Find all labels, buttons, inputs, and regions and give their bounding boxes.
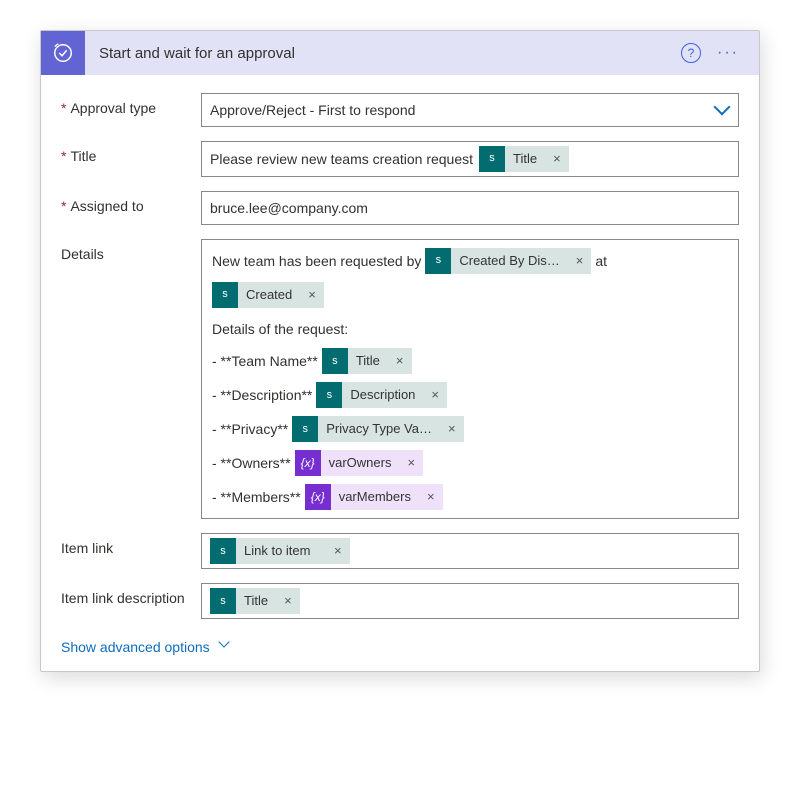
title-input[interactable]: Please review new teams creation request…	[201, 141, 739, 177]
token-title[interactable]: sTitle×	[322, 348, 412, 374]
sharepoint-icon: s	[210, 588, 236, 614]
item-link-input[interactable]: s Link to item ×	[201, 533, 739, 569]
show-advanced-options-link[interactable]: Show advanced options	[61, 639, 234, 655]
help-icon[interactable]: ?	[681, 43, 701, 63]
token-privacy-type-va-[interactable]: sPrivacy Type Va…×	[292, 416, 463, 442]
more-options-button[interactable]: ···	[711, 42, 745, 64]
remove-token-icon[interactable]: ×	[440, 419, 464, 440]
approval-type-label: *Approval type	[61, 93, 201, 116]
card-header[interactable]: Start and wait for an approval ? ···	[41, 31, 759, 75]
item-link-desc-label: Item link description	[61, 583, 201, 606]
sharepoint-icon: s	[316, 382, 342, 408]
remove-token-icon[interactable]: ×	[568, 251, 592, 272]
detail-bullet: - **Team Name**	[212, 350, 318, 372]
title-label: *Title	[61, 141, 201, 164]
remove-token-icon[interactable]: ×	[276, 591, 300, 612]
details-input[interactable]: New team has been requested by s Created…	[201, 239, 739, 519]
sharepoint-icon: s	[322, 348, 348, 374]
variable-icon: {x}	[295, 450, 321, 476]
sharepoint-icon: s	[212, 282, 238, 308]
remove-token-icon[interactable]: ×	[419, 487, 443, 508]
remove-token-icon[interactable]: ×	[388, 351, 412, 372]
approval-action-card: Start and wait for an approval ? ··· *Ap…	[40, 30, 760, 672]
token-created[interactable]: s Created ×	[212, 282, 324, 308]
chevron-down-icon	[716, 103, 730, 117]
assigned-to-label: *Assigned to	[61, 191, 201, 214]
sharepoint-icon: s	[210, 538, 236, 564]
sharepoint-icon: s	[292, 416, 318, 442]
details-label: Details	[61, 239, 201, 262]
token-title[interactable]: s Title ×	[479, 146, 569, 172]
token-varowners[interactable]: {x}varOwners×	[295, 450, 423, 476]
approval-icon	[41, 31, 85, 75]
sharepoint-icon: s	[479, 146, 505, 172]
item-link-label: Item link	[61, 533, 201, 556]
token-created-by[interactable]: s Created By Dis… ×	[425, 248, 591, 274]
detail-bullet: - **Privacy**	[212, 418, 288, 440]
remove-token-icon[interactable]: ×	[300, 285, 324, 306]
remove-token-icon[interactable]: ×	[399, 453, 423, 474]
detail-bullet: - **Description**	[212, 384, 312, 406]
chevron-down-icon	[220, 640, 234, 654]
token-link-to-item[interactable]: s Link to item ×	[210, 538, 350, 564]
detail-bullet: - **Members**	[212, 486, 301, 508]
assigned-to-input[interactable]: bruce.lee@company.com	[201, 191, 739, 225]
variable-icon: {x}	[305, 484, 331, 510]
token-title[interactable]: s Title ×	[210, 588, 300, 614]
card-body: *Approval type Approve/Reject - First to…	[41, 75, 759, 671]
sharepoint-icon: s	[425, 248, 451, 274]
detail-bullet: - **Owners**	[212, 452, 291, 474]
remove-token-icon[interactable]: ×	[423, 385, 447, 406]
token-varmembers[interactable]: {x}varMembers×	[305, 484, 443, 510]
token-description[interactable]: sDescription×	[316, 382, 447, 408]
approval-type-dropdown[interactable]: Approve/Reject - First to respond	[201, 93, 739, 127]
remove-token-icon[interactable]: ×	[326, 541, 350, 562]
item-link-desc-input[interactable]: s Title ×	[201, 583, 739, 619]
remove-token-icon[interactable]: ×	[545, 149, 569, 170]
card-title: Start and wait for an approval	[85, 45, 675, 62]
